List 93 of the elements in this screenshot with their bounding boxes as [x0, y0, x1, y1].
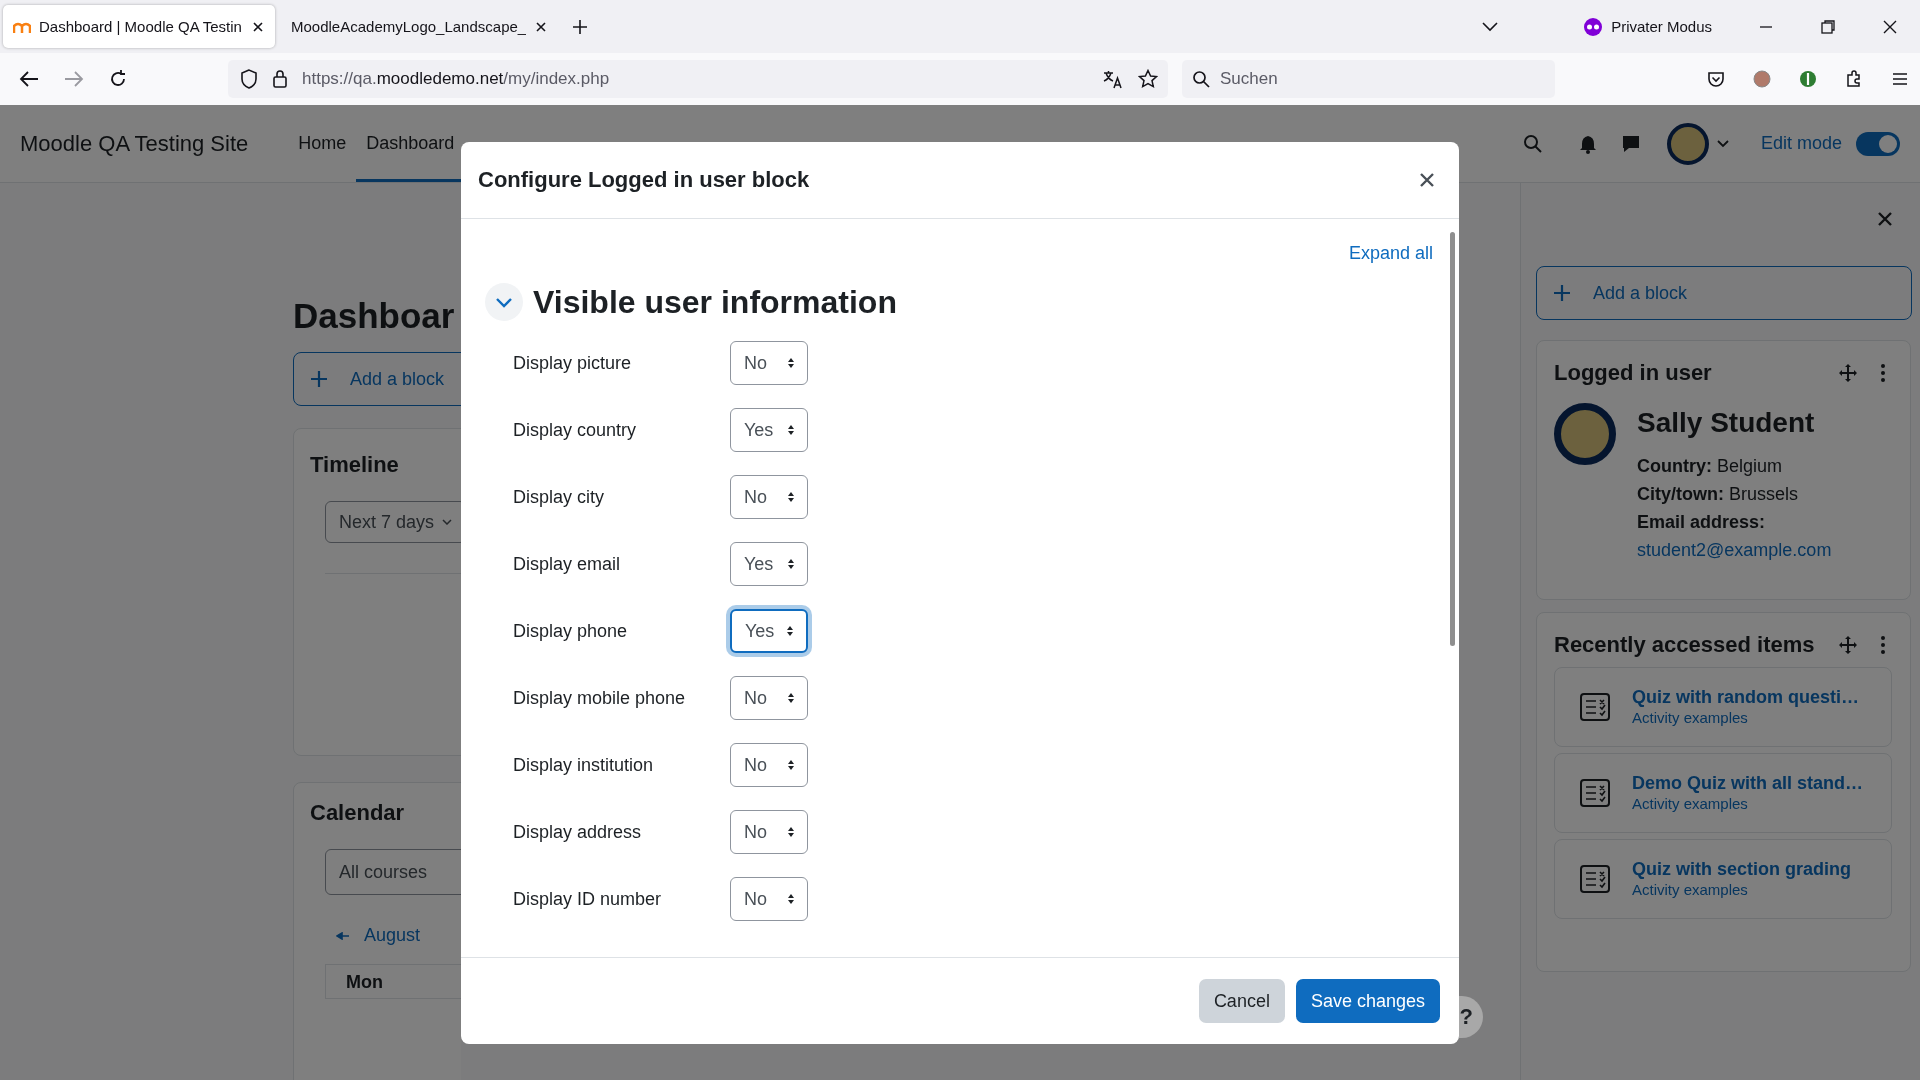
address-bar[interactable]: https://qa.moodledemo.net/my/index.php [228, 60, 1168, 98]
scrollbar[interactable] [1450, 232, 1455, 646]
block-title: Timeline [310, 451, 400, 479]
browser-tab[interactable]: MoodleAcademyLogo_Landscape_ [281, 5, 559, 48]
recent-item[interactable]: Quiz with random questi… Activity examples [1554, 667, 1892, 747]
close-icon[interactable] [1419, 172, 1435, 188]
quiz-icon [1580, 779, 1610, 807]
user-avatar[interactable] [1666, 122, 1709, 165]
more-options-icon[interactable] [1880, 363, 1886, 383]
close-icon[interactable] [251, 19, 265, 34]
email-link[interactable]: student2@example.com [1637, 540, 1832, 560]
select-field[interactable]: No [730, 877, 808, 921]
reload-icon[interactable] [108, 69, 128, 89]
select-field[interactable]: No [730, 475, 808, 519]
setting-label: Display ID number [513, 888, 663, 910]
private-mode-label: Privater Modus [1611, 18, 1712, 35]
modal-title: Configure Logged in user block [478, 167, 811, 193]
move-icon[interactable] [1838, 635, 1858, 655]
user-detail: Country: Belgium [1637, 455, 1784, 478]
quiz-icon [1580, 693, 1610, 721]
site-title[interactable]: Moodle QA Testing Site [20, 130, 249, 157]
sort-arrows-icon [786, 625, 794, 637]
arrow-left-icon[interactable] [336, 931, 350, 940]
close-icon[interactable] [1882, 18, 1898, 35]
back-icon[interactable] [18, 69, 40, 89]
translate-icon[interactable] [1102, 69, 1124, 89]
nav-link[interactable]: Home [288, 105, 357, 182]
setting-label: Display institution [513, 754, 655, 776]
setting-label: Display address [513, 821, 643, 843]
quiz-icon [1580, 865, 1610, 893]
extension-badge-icon[interactable] [1798, 69, 1818, 89]
search-icon [1192, 70, 1210, 88]
bell-icon[interactable] [1578, 133, 1597, 154]
select-field[interactable]: Yes [730, 609, 808, 653]
close-icon[interactable] [534, 19, 549, 34]
chevron-down-icon[interactable] [1481, 20, 1500, 33]
save-button[interactable]: Save changes [1295, 979, 1440, 1023]
setting-label: Display email [513, 553, 622, 575]
caret-icon[interactable] [1716, 139, 1729, 148]
select-field[interactable]: Yes [730, 542, 808, 586]
url-text: https://qa.moodledemo.net/my/index.php [302, 69, 610, 89]
recent-item[interactable]: Demo Quiz with all stand… Activity examples [1554, 753, 1892, 833]
plus-icon [310, 370, 328, 388]
mask-icon [1583, 16, 1604, 37]
more-options-icon[interactable] [1880, 635, 1886, 655]
page-title: Dashboar [293, 295, 456, 337]
sort-arrows-icon [787, 424, 795, 436]
select-field[interactable]: Yes [730, 408, 808, 452]
setting-label: Display phone [513, 620, 629, 642]
collapse-toggle[interactable] [485, 283, 523, 321]
search-field[interactable]: Suchen [1182, 60, 1555, 98]
help-button[interactable]: ? [1459, 996, 1483, 1038]
profile-icon[interactable] [1752, 69, 1772, 89]
previous-month-link[interactable]: August [364, 925, 421, 946]
sort-arrows-icon [787, 692, 795, 704]
email-label: Email address: [1637, 511, 1767, 534]
section-heading: Visible user information [533, 283, 897, 322]
search-icon[interactable] [1522, 133, 1543, 154]
sort-arrows-icon [787, 491, 795, 503]
sort-arrows-icon [787, 759, 795, 771]
edit-mode-label: Edit mode [1760, 133, 1842, 154]
star-icon[interactable] [1138, 69, 1158, 89]
restore-icon[interactable] [1820, 18, 1836, 35]
setting-label: Display city [513, 486, 606, 508]
setting-label: Display picture [513, 352, 633, 374]
chat-icon[interactable] [1620, 133, 1641, 154]
setting-label: Display mobile phone [513, 687, 687, 709]
select-field[interactable]: No [730, 810, 808, 854]
select-field[interactable]: No [730, 743, 808, 787]
user-name: Sally Student [1637, 406, 1816, 440]
pocket-icon[interactable] [1706, 69, 1726, 89]
block-title: Logged in user [1554, 359, 1713, 387]
lock-icon [272, 69, 288, 89]
shield-icon [240, 69, 258, 89]
recent-item[interactable]: Quiz with section grading Activity examples [1554, 839, 1892, 919]
browser-tab[interactable]: Dashboard | Moodle QA Testin [3, 5, 275, 48]
sort-arrows-icon [787, 357, 795, 369]
edit-mode-toggle[interactable] [1856, 131, 1900, 156]
expand-all-link[interactable]: Expand all [1348, 242, 1433, 264]
select-field[interactable]: No [730, 341, 808, 385]
setting-label: Display country [513, 419, 638, 441]
sort-arrows-icon [787, 893, 795, 905]
move-icon[interactable] [1838, 363, 1858, 383]
block-title: Recently accessed items [1554, 631, 1816, 659]
block-title: Calendar [310, 799, 406, 827]
sort-arrows-icon [787, 826, 795, 838]
select-field[interactable]: No [730, 676, 808, 720]
sort-arrows-icon [787, 558, 795, 570]
user-detail: City/town: Brussels [1637, 483, 1800, 506]
chevron-down-icon [442, 519, 453, 525]
forward-icon[interactable] [63, 69, 85, 89]
cancel-button[interactable]: Cancel [1198, 979, 1285, 1023]
plus-icon [1553, 284, 1571, 302]
